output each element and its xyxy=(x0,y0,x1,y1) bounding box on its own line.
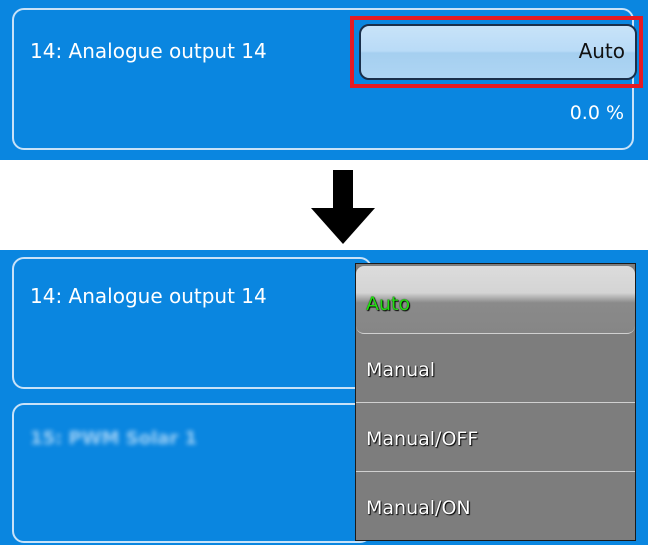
output-title: 14: Analogue output 14 xyxy=(30,284,267,308)
output-card-14 xyxy=(12,257,372,389)
option-label: Manual/OFF xyxy=(366,428,479,450)
option-manual[interactable]: Manual xyxy=(356,335,635,403)
output-title: 14: Analogue output 14 xyxy=(30,39,267,63)
option-manual-off[interactable]: Manual/OFF xyxy=(356,404,635,472)
option-auto[interactable]: Auto xyxy=(356,266,635,334)
blurred-output-title: 15: PWM Solar 1 xyxy=(30,428,198,449)
mode-select-button[interactable]: Auto xyxy=(359,24,637,80)
option-label: Auto xyxy=(366,293,411,315)
option-label: Manual xyxy=(366,359,436,381)
output-value: 0.0 % xyxy=(569,102,624,124)
option-label: Manual/ON xyxy=(366,497,471,519)
arrow-down-icon xyxy=(311,170,375,244)
mode-dropdown[interactable]: Auto Manual Manual/OFF Manual/ON xyxy=(355,263,636,541)
mode-value: Auto xyxy=(578,39,625,63)
option-manual-on[interactable]: Manual/ON xyxy=(356,473,635,541)
top-panel: 14: Analogue output 14 Auto 0.0 % xyxy=(0,0,648,160)
output-card-15 xyxy=(12,403,372,543)
